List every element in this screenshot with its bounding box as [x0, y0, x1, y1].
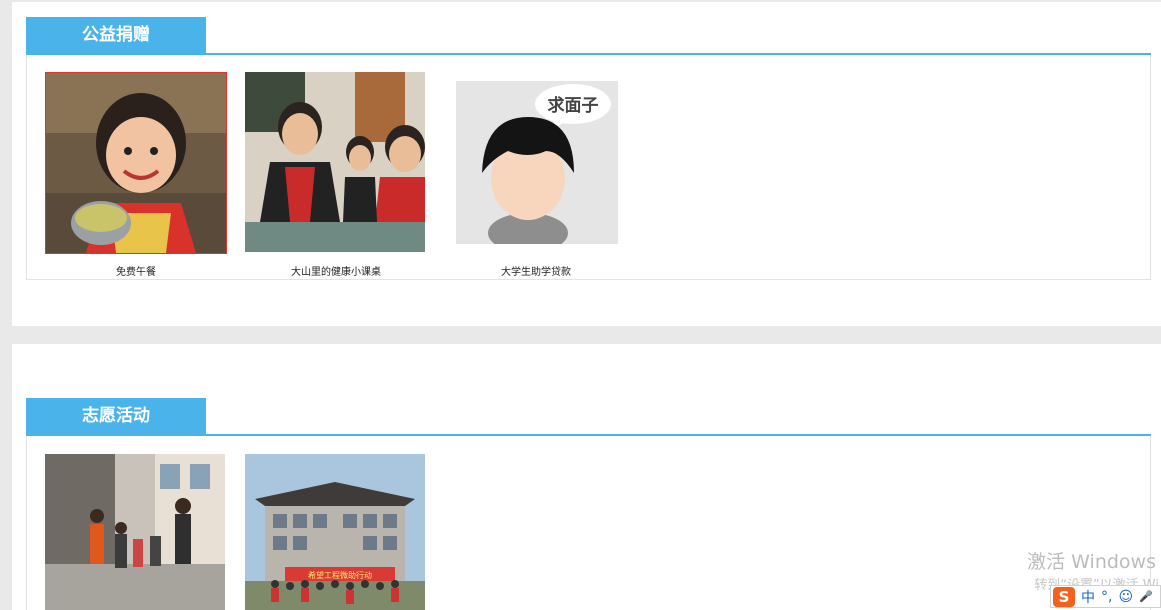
volunteer-section-title: 志愿活动 [26, 398, 206, 434]
donation-item-healthy-desk[interactable]: 大山里的健康小课桌 [245, 72, 427, 282]
ime-punctuation-toggle[interactable]: °, [1101, 589, 1112, 605]
avatar-bubble-text: 求面子 [548, 95, 599, 116]
ime-toolbar[interactable]: S 中 °, ☺ 🎤 [1050, 585, 1161, 608]
volunteers-walking-image[interactable] [45, 454, 225, 610]
donation-panel: 公益捐赠 免费午餐 大山里的健康小课桌 求面子 大学生助学贷款 [12, 2, 1161, 326]
microphone-icon[interactable]: 🎤 [1139, 590, 1153, 603]
student-loan-image[interactable]: 求面子 [456, 81, 618, 244]
volunteer-section-header: 志愿活动 [26, 398, 1151, 436]
free-lunch-image[interactable] [45, 72, 227, 254]
banner-text: 希望工程微助行动 [308, 570, 372, 580]
sogou-logo-icon[interactable]: S [1053, 586, 1075, 607]
group-building-image[interactable]: 希望工程微助行动 [245, 454, 425, 610]
volunteer-item-1[interactable] [45, 454, 227, 610]
emoji-icon[interactable]: ☺ [1118, 589, 1133, 605]
donation-section-header: 公益捐赠 [26, 17, 1151, 55]
volunteer-items-box: 希望工程微助行动 [26, 436, 1151, 610]
donation-section-title: 公益捐赠 [26, 17, 206, 53]
healthy-desk-caption[interactable]: 大山里的健康小课桌 [245, 263, 427, 278]
donation-item-student-loan[interactable]: 求面子 大学生助学贷款 [445, 72, 627, 282]
healthy-desk-image[interactable] [245, 72, 425, 252]
donation-items-box: 免费午餐 大山里的健康小课桌 求面子 大学生助学贷款 [26, 55, 1151, 280]
volunteer-item-2[interactable]: 希望工程微助行动 [245, 454, 427, 610]
windows-activation-watermark: 激活 Windows [1027, 551, 1156, 573]
donation-item-free-lunch[interactable]: 免费午餐 [45, 72, 227, 282]
volunteer-panel: 志愿活动 希望工程微助行动 [12, 344, 1161, 610]
student-loan-caption[interactable]: 大学生助学贷款 [445, 263, 627, 278]
ime-mode-toggle[interactable]: 中 [1081, 587, 1095, 607]
free-lunch-caption[interactable]: 免费午餐 [45, 263, 227, 278]
